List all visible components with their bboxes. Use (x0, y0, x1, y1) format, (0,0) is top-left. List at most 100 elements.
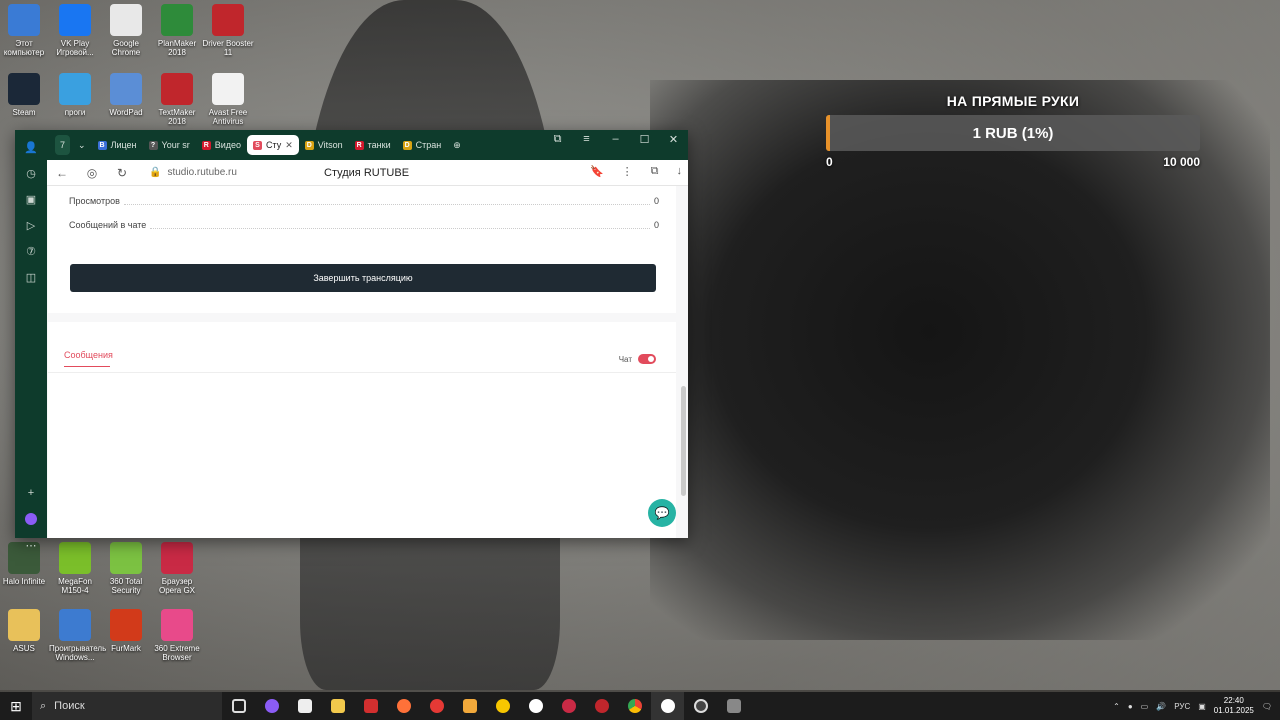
browser-sidebar: 👤 ◷ ▣ ▷ ⑦ ◫ + ⋯ (15, 130, 47, 552)
tabs-strip: 7 ⌄ B Лицен? Your sr R Видео S Сту ✕ D Vitson Rтан… (55, 135, 467, 155)
browser-tab[interactable]: ? Your sr (143, 135, 196, 155)
close-tab-icon[interactable]: ✕ (285, 140, 293, 151)
tab-label: Лицен (110, 140, 137, 150)
scrollbar[interactable] (681, 386, 686, 496)
file-icon[interactable] (288, 692, 321, 720)
history-icon[interactable]: ◷ (15, 160, 47, 186)
tab7-icon[interactable]: ⑦ (15, 238, 47, 264)
task-view-icon[interactable] (222, 692, 255, 720)
tab-list-dropdown[interactable]: ⌄ (72, 135, 92, 155)
desktop-shortcut[interactable]: Avast Free Antivirus (202, 69, 254, 126)
stat-label: Просмотров (69, 196, 120, 206)
camera-icon[interactable]: ◫ (15, 264, 47, 290)
chevron-up-icon[interactable]: ⌃ (1113, 702, 1120, 711)
desktop-shortcut[interactable]: VK Play Игровой... (49, 0, 101, 57)
support-chat-button[interactable]: 💬 (648, 499, 676, 527)
browser-tab[interactable]: S Сту ✕ (247, 135, 299, 155)
desktop-shortcut[interactable]: 360 Extreme Browser (151, 605, 203, 662)
desktop-shortcut[interactable]: WordPad (100, 69, 152, 117)
yandex-icon[interactable] (354, 692, 387, 720)
clock[interactable]: 22:40 01.01.2025 (1214, 696, 1254, 716)
desktop-shortcut-label: TextMaker 2018 (158, 108, 196, 126)
chrome-icon[interactable] (618, 692, 651, 720)
close-button[interactable]: ✕ (659, 130, 688, 148)
bookmark-icon[interactable]: 🔖 (590, 165, 604, 178)
chat-toggle[interactable] (638, 354, 656, 364)
minimize-button[interactable]: – (601, 130, 630, 148)
extensions-icon[interactable]: ⧉ (651, 165, 659, 178)
shield-icon[interactable]: ◎ (77, 166, 107, 180)
network-icon[interactable]: ▭ (1141, 702, 1149, 711)
back-button[interactable]: ← (47, 166, 77, 180)
tray-app-icon[interactable]: ● (1128, 702, 1133, 711)
tray-extra-icon[interactable]: ▣ (1198, 702, 1206, 711)
taskbar-search[interactable]: ⌕ Поиск (32, 692, 222, 720)
chat-card: Сообщения Чат (48, 322, 676, 538)
window-controls: ⧉ ≡ – ☐ ✕ (543, 130, 688, 150)
alice-icon[interactable] (15, 506, 47, 532)
browser-tab[interactable]: D Стран (397, 135, 448, 155)
tab-favicon-icon: D (304, 140, 314, 150)
desktop-shortcut[interactable]: Driver Booster 11 (202, 0, 254, 57)
desktop-shortcut-label: 360 Total Security (109, 577, 143, 595)
opera-icon[interactable] (420, 692, 453, 720)
desktop-shortcut[interactable]: MegaFon M150-4 (49, 538, 101, 595)
start-button[interactable]: ⊞ (0, 692, 32, 720)
desktop-shortcut[interactable]: Google Chrome (100, 0, 152, 57)
browser-tab[interactable]: R Видео (196, 135, 247, 155)
obs-icon[interactable] (684, 692, 717, 720)
desktop-shortcut[interactable]: Браузер Opera GX (151, 538, 203, 595)
notifications-icon[interactable]: 🗨 (1262, 702, 1272, 711)
chat-toggle-label: Чат (618, 354, 632, 364)
app-purple-icon[interactable] (255, 692, 288, 720)
language-indicator[interactable]: РУС (1174, 702, 1190, 711)
menu-icon[interactable]: ≡ (572, 130, 601, 148)
profile-icon[interactable]: 👤 (15, 134, 47, 160)
volume-icon[interactable]: 🔊 (1156, 702, 1166, 711)
system-tray: ⌃ ● ▭ 🔊 РУС ▣ 22:40 01.01.2025 🗨 (1113, 692, 1280, 720)
end-stream-button[interactable]: Завершить трансляцию (70, 264, 656, 292)
yandex-browser-icon[interactable] (519, 692, 552, 720)
tabs-icon[interactable]: ▣ (15, 186, 47, 212)
explorer-icon[interactable] (321, 692, 354, 720)
url-field[interactable]: 🔒 studio.rutube.ru (149, 167, 237, 178)
desktop-shortcut[interactable]: ASUS (0, 605, 50, 653)
desktop-shortcut[interactable]: Проигрыватель Windows... (49, 605, 107, 662)
new-tab-button[interactable]: ⊕ (447, 135, 467, 155)
tab-messages[interactable]: Сообщения (64, 350, 113, 367)
firefox-icon[interactable] (387, 692, 420, 720)
tab-counter[interactable]: 7 (55, 135, 71, 155)
more-options-icon[interactable]: ⋮ (622, 165, 633, 178)
desktop-shortcut[interactable]: Этот компьютер (0, 0, 50, 57)
opera-gx-icon[interactable] (552, 692, 585, 720)
desktop-shortcut[interactable]: Steam (0, 69, 50, 117)
more-icon[interactable]: ⋯ (15, 532, 47, 558)
browser-tab[interactable]: D Vitson (299, 135, 349, 155)
desktop-shortcut[interactable]: 360 Total Security (100, 538, 152, 595)
maximize-button[interactable]: ☐ (630, 130, 659, 148)
desktop-shortcut-label: Этот компьютер (3, 39, 45, 57)
play-icon[interactable]: ▷ (15, 212, 47, 238)
beeline-icon[interactable] (486, 692, 519, 720)
add-icon[interactable]: + (15, 480, 47, 506)
desktop-shortcut[interactable]: FurMark (100, 605, 152, 653)
download-icon[interactable]: ↓ (677, 165, 683, 178)
driver-booster-icon[interactable] (585, 692, 618, 720)
page-content: Просмотров 0 Сообщений в чате 0 Завершит… (47, 186, 688, 538)
donation-amount: 1 RUB (1%) (972, 124, 1054, 142)
stat-row-views: Просмотров 0 (69, 194, 659, 208)
yandex-browser-active-icon[interactable] (651, 692, 684, 720)
desktop-shortcut[interactable]: TextMaker 2018 (151, 69, 203, 126)
clock-date: 01.01.2025 (1213, 706, 1254, 715)
desktop-shortcut[interactable]: PlanMaker 2018 (151, 0, 203, 57)
app-grey-icon[interactable] (717, 692, 750, 720)
browser-tab[interactable]: B Лицен (92, 135, 143, 155)
browser-tab[interactable]: Rтанки (349, 135, 397, 155)
divider (48, 372, 676, 373)
reload-button[interactable]: ↻ (107, 166, 137, 180)
donation-min: 0 (826, 155, 833, 169)
folder-icon[interactable] (453, 692, 486, 720)
collections-icon[interactable]: ⧉ (543, 130, 572, 148)
desktop-shortcut-label: Проигрыватель Windows... (49, 644, 107, 662)
desktop-shortcut[interactable]: проги (49, 69, 101, 117)
